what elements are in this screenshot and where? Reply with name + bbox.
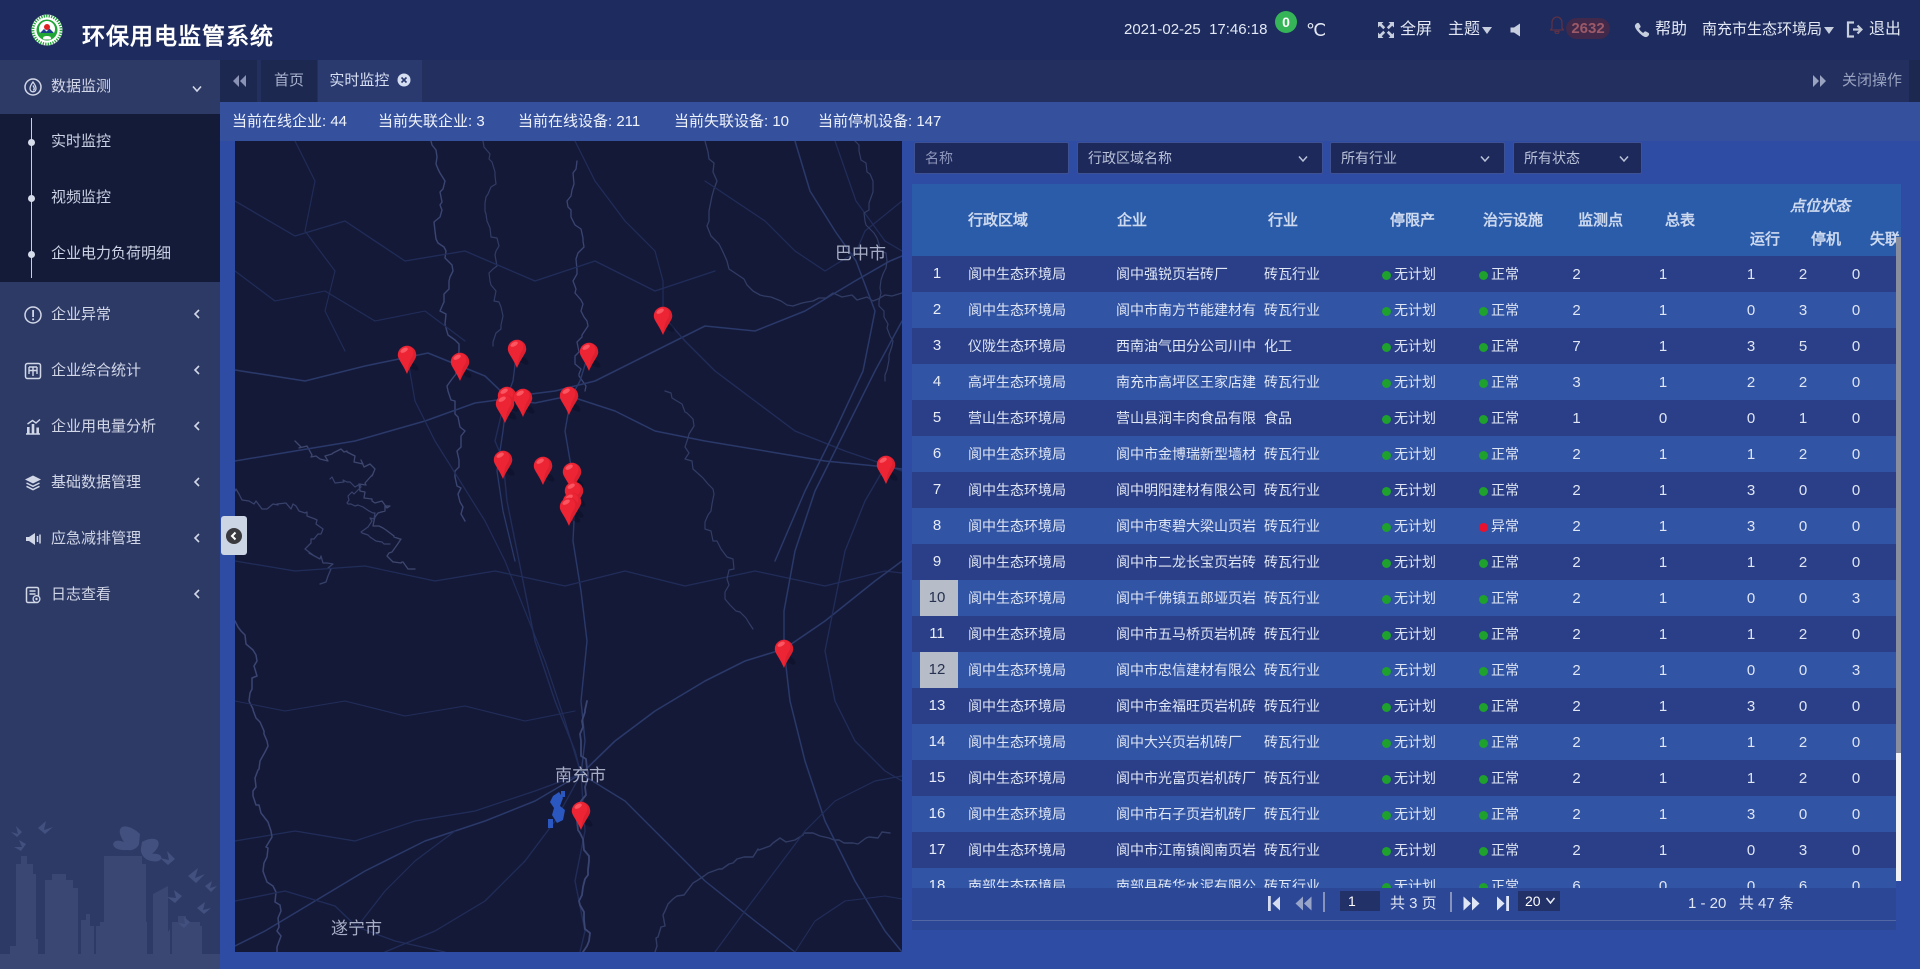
svg-text:巴中市: 巴中市 — [835, 244, 886, 263]
svg-text:南充市: 南充市 — [555, 766, 606, 785]
svg-text:遂宁市: 遂宁市 — [331, 919, 382, 938]
